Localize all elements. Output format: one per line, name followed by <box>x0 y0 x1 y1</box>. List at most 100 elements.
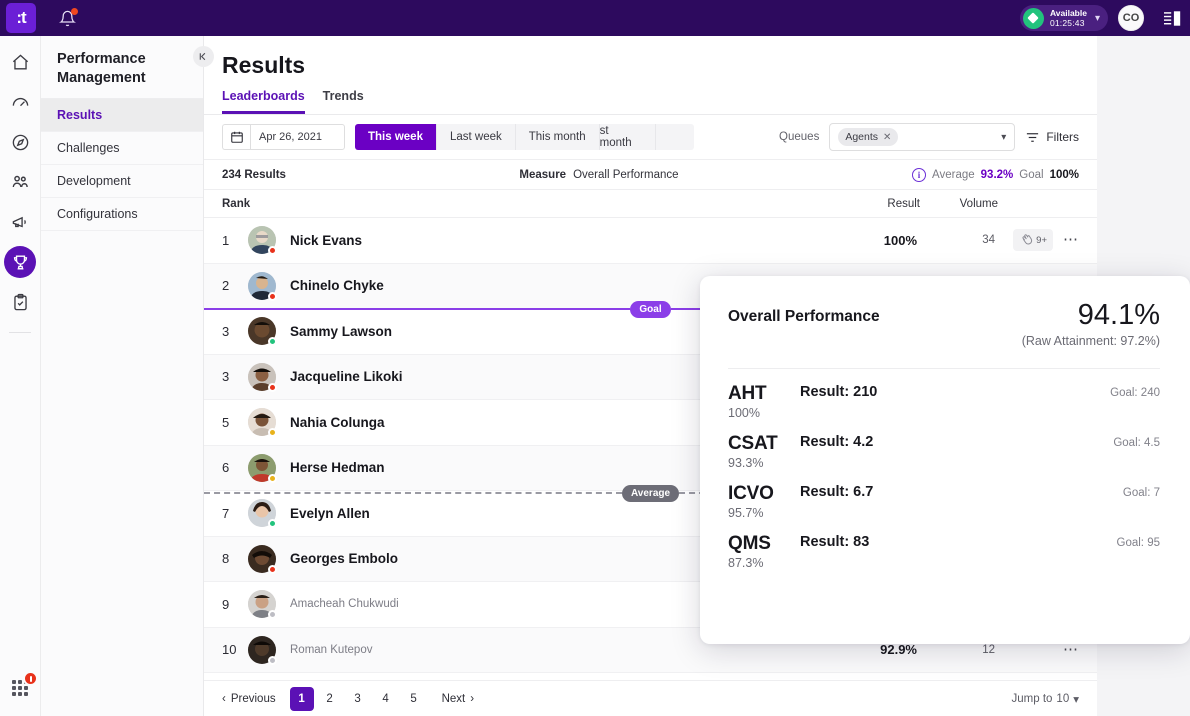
availability-status-button[interactable]: Available 01:25:43 ▾ <box>1019 5 1108 31</box>
goal-label: Goal <box>1019 168 1044 181</box>
popup-title: Overall Performance <box>728 308 880 325</box>
range-last-week-button[interactable]: Last week <box>436 124 516 150</box>
range-this-month-button[interactable]: This month <box>515 124 600 150</box>
status-diamond-icon <box>1022 7 1044 29</box>
performance-detail-popup: Overall Performance 94.1% (Raw Attainmen… <box>700 276 1190 644</box>
page-3-button[interactable]: 3 <box>346 687 370 711</box>
measure-selector[interactable]: Measure Overall Performance <box>519 169 678 181</box>
avatar <box>248 271 277 301</box>
metric-result: Result: 4.2 <box>800 434 874 450</box>
table-row[interactable]: 1 Nick Evans 100% 34 9+ ⋯ <box>204 218 1097 264</box>
queues-label: Queues <box>779 131 820 143</box>
gauge-icon <box>12 97 28 106</box>
toolbar-right: Queues Agents ✕ ▾ Filters <box>779 123 1079 151</box>
row-menu-button[interactable]: ⋯ <box>1063 642 1079 657</box>
notifications-bell-button[interactable] <box>56 7 78 29</box>
info-icon[interactable]: i <box>912 167 927 182</box>
metric-row-csat: CSAT 93.3% Result: 4.2 Goal: 4.5 <box>728 423 1160 473</box>
status-timer: 01:25:43 <box>1049 18 1085 28</box>
tab-trends[interactable]: Trends <box>323 89 364 114</box>
range-overflow <box>655 124 694 150</box>
notification-dot <box>71 8 78 15</box>
status-dot <box>268 564 277 574</box>
nav-home-button[interactable] <box>4 46 36 78</box>
row-rank: 8 <box>222 551 230 567</box>
goal-line <box>204 308 631 310</box>
metric-row-qms: QMS 87.3% Result: 83 Goal: 95 <box>728 523 1160 573</box>
close-icon[interactable]: ✕ <box>883 132 891 143</box>
page-title: Results <box>222 52 306 78</box>
collapse-sidebar-button[interactable] <box>193 46 214 67</box>
page-5-button[interactable]: 5 <box>402 687 426 711</box>
avatar <box>248 317 277 347</box>
filter-icon <box>1027 132 1039 142</box>
sidebar-item-results[interactable]: Results <box>41 99 203 132</box>
side-panel-icon <box>1164 10 1181 26</box>
nav-announcements-button[interactable] <box>4 206 36 238</box>
metric-result: Result: 210 <box>800 384 878 400</box>
sidebar-item-development[interactable]: Development <box>41 165 203 198</box>
status-dot <box>268 382 277 392</box>
row-rank: 5 <box>222 414 230 430</box>
previous-page-button[interactable]: ‹ Previous <box>222 693 276 705</box>
filters-label: Filters <box>1046 130 1079 144</box>
filters-button[interactable]: Filters <box>1025 130 1079 145</box>
row-rank: 7 <box>222 505 230 521</box>
nav-dashboard-button[interactable] <box>4 86 36 118</box>
nav-performance-button[interactable] <box>4 246 36 278</box>
row-rank: 6 <box>222 460 230 476</box>
next-page-button[interactable]: Next › <box>442 693 475 705</box>
popup-score-block: 94.1% (Raw Attainment: 97.2%) <box>1022 298 1160 348</box>
queues-select[interactable]: Agents ✕ ▾ <box>829 123 1016 151</box>
page-2-button[interactable]: 2 <box>318 687 342 711</box>
average-value: 93.2% <box>980 168 1014 181</box>
tab-leaderboards[interactable]: Leaderboards <box>222 89 305 114</box>
status-dot <box>268 655 277 665</box>
row-menu-button[interactable]: ⋯ <box>1063 232 1079 247</box>
queue-chip-agents[interactable]: Agents ✕ <box>838 128 899 146</box>
range-last-month-button[interactable]: st month <box>599 124 656 150</box>
row-actions: 9+ ⋯ <box>995 229 1079 252</box>
row-volume: 34 <box>982 234 995 247</box>
apps-launcher-button[interactable] <box>4 671 38 704</box>
side-panel-toggle-button[interactable] <box>1156 0 1190 36</box>
top-bar: :t Available 01:25:43 ▾ CO <box>0 0 1190 36</box>
row-result: 100% <box>883 232 917 248</box>
app-logo[interactable]: :t <box>6 3 36 33</box>
avatar <box>248 453 277 483</box>
nav-tasks-button[interactable] <box>4 286 36 318</box>
metric-row-icvo: ICVO 95.7% Result: 6.7 Goal: 7 <box>728 473 1160 523</box>
metric-label-block: ICVO 95.7% <box>728 482 800 520</box>
alert-badge-icon <box>23 671 38 686</box>
range-this-week-button[interactable]: This week <box>355 124 437 150</box>
goal-value: 100% <box>1049 168 1079 181</box>
column-volume: Volume <box>959 197 998 210</box>
jump-label: Jump to <box>1011 692 1053 705</box>
chevron-down-icon: ▾ <box>1073 693 1079 706</box>
metric-bar-block: Result: 83 Goal: 95 <box>800 532 1160 550</box>
row-rank: 2 <box>222 278 230 294</box>
sidebar-item-challenges[interactable]: Challenges <box>41 132 203 165</box>
status-dot <box>268 610 277 620</box>
top-bar-right: Available 01:25:43 ▾ CO <box>1019 0 1190 36</box>
status-dot <box>268 519 277 529</box>
row-rank: 1 <box>222 232 230 248</box>
page-1-button[interactable]: 1 <box>289 686 314 711</box>
calendar-button[interactable] <box>222 124 250 150</box>
column-rank: Rank <box>222 197 251 210</box>
rail-divider <box>9 332 31 333</box>
metric-name: QMS <box>728 533 771 554</box>
nav-explore-button[interactable] <box>4 126 36 158</box>
metric-bar-block: Result: 4.2 Goal: 4.5 <box>800 432 1160 450</box>
page-4-button[interactable]: 4 <box>374 687 398 711</box>
date-picker[interactable]: Apr 26, 2021 <box>222 124 345 150</box>
reaction-button[interactable]: 9+ <box>1013 229 1053 252</box>
home-icon <box>12 53 28 70</box>
user-avatar[interactable]: CO <box>1118 5 1144 31</box>
nav-people-button[interactable] <box>4 166 36 198</box>
date-input[interactable]: Apr 26, 2021 <box>250 124 345 150</box>
sidebar-item-configurations[interactable]: Configurations <box>41 198 203 231</box>
jump-to-page-select[interactable]: Jump to 10 ▾ <box>1012 692 1080 706</box>
module-title: Performance Management <box>41 36 203 99</box>
calendar-icon <box>230 131 243 143</box>
